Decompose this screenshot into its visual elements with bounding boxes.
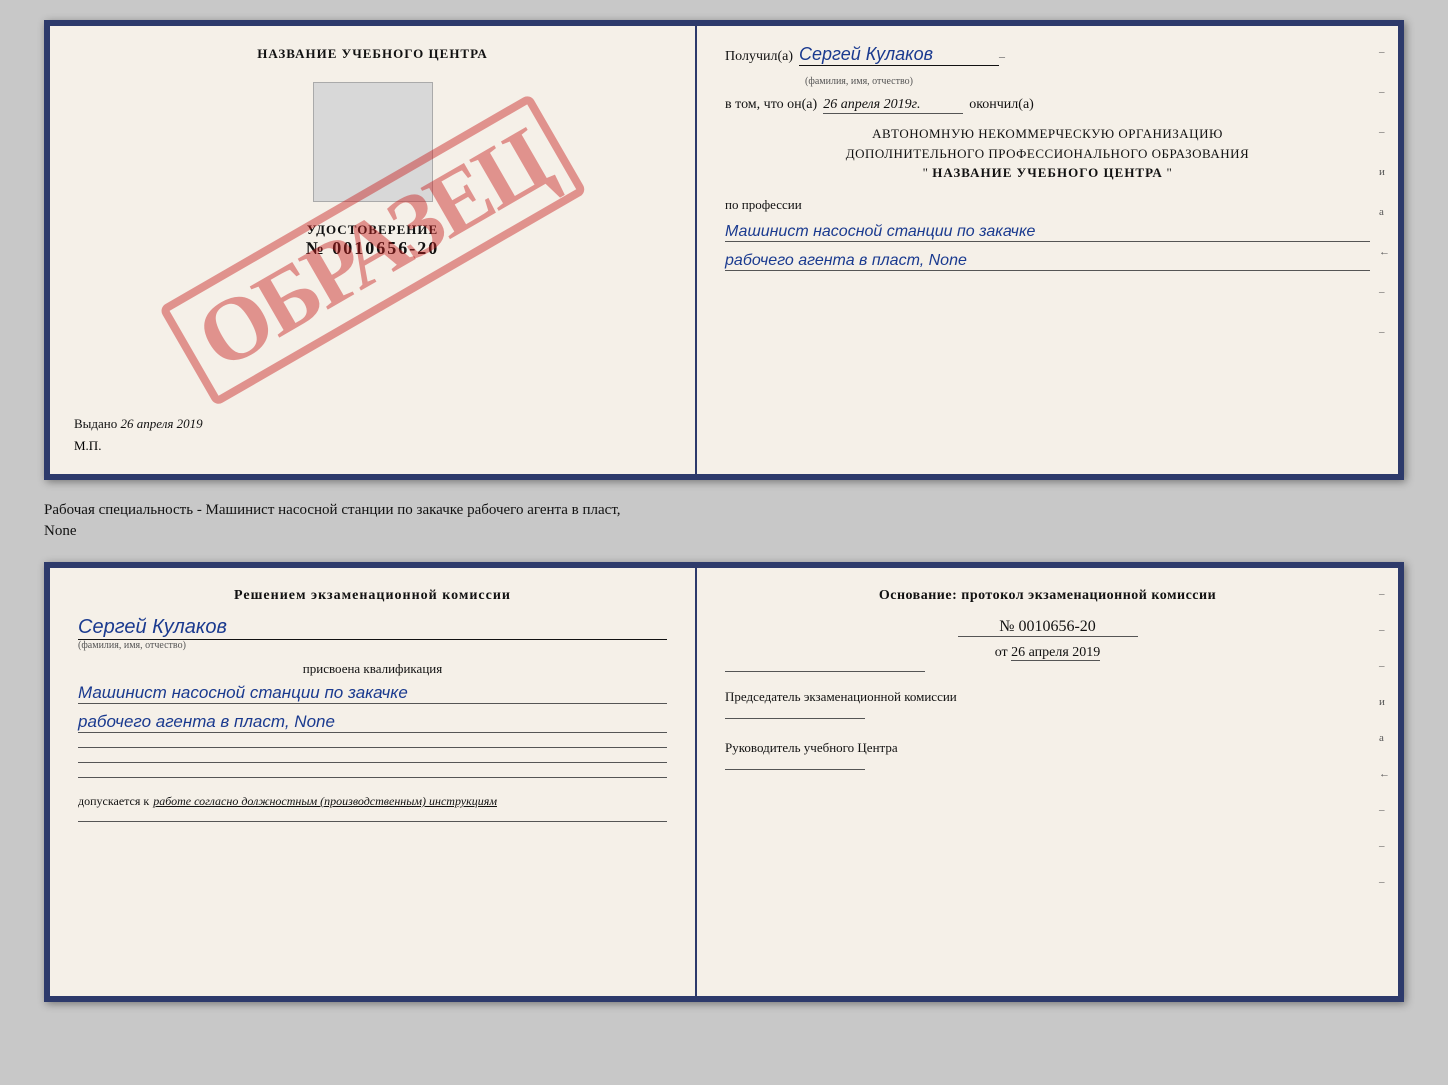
org-line1: АВТОНОМНУЮ НЕКОММЕРЧЕСКУЮ ОРГАНИЗАЦИЮ	[725, 124, 1370, 144]
admission-text: допускается к работе согласно должностны…	[78, 794, 667, 809]
right-edge-marks: – – – и а ← – –	[1379, 46, 1390, 338]
chairman-sig-line	[725, 718, 865, 719]
underline-3	[78, 777, 667, 778]
chairman-label: Председатель экзаменационной комиссии	[725, 688, 1370, 706]
basis-title: Основание: протокол экзаменационной коми…	[725, 588, 1370, 604]
person-name-cursive: Сергей Кулаков	[78, 616, 667, 640]
bottom-document: Решением экзаменационной комиссии Сергей…	[44, 562, 1404, 1002]
name-sub: (фамилия, имя, отчество)	[78, 640, 667, 651]
org-name-line: " НАЗВАНИЕ УЧЕБНОГО ЦЕНТРА "	[725, 163, 1370, 183]
person-name-block: Сергей Кулаков (фамилия, имя, отчество)	[78, 616, 667, 651]
recipient-line: Получил(а) Сергей Кулаков –	[725, 44, 1370, 66]
issued-label: Выдано	[74, 416, 117, 431]
org-quote2: "	[1167, 165, 1173, 180]
date-suffix: окончил(а)	[969, 97, 1034, 113]
qualification-label: присвоена квалификация	[78, 661, 667, 677]
qualification-value-1: Машинист насосной станции по закачке	[78, 683, 667, 704]
underline-1	[78, 747, 667, 748]
stamp-placeholder	[313, 82, 433, 202]
org-quote1: "	[923, 165, 929, 180]
date-line: в том, что он(а) 26 апреля 2019г. окончи…	[725, 97, 1370, 114]
issued-line: Выдано 26 апреля 2019	[74, 416, 203, 432]
protocol-number: № 0010656-20	[958, 618, 1138, 637]
recipient-sub: (фамилия, имя, отчество)	[805, 76, 1370, 87]
date-prefix: в том, что он(а)	[725, 97, 817, 113]
cert-id-block: УДОСТОВЕРЕНИЕ № 0010656-20	[306, 222, 440, 259]
protocol-date: от 26 апреля 2019	[725, 645, 1370, 661]
top-document: НАЗВАНИЕ УЧЕБНОГО ЦЕНТРА УДОСТОВЕРЕНИЕ №…	[44, 20, 1404, 480]
profession-label: по профессии	[725, 197, 1370, 213]
admission-italic: работе согласно должностным (производств…	[153, 794, 497, 809]
description-text: Рабочая специальность - Машинист насосно…	[44, 496, 1404, 546]
underline-4	[78, 821, 667, 822]
mp-label: М.П.	[74, 438, 101, 454]
top-left-panel: НАЗВАНИЕ УЧЕБНОГО ЦЕНТРА УДОСТОВЕРЕНИЕ №…	[50, 26, 697, 474]
top-left-title: НАЗВАНИЕ УЧЕБНОГО ЦЕНТРА	[257, 46, 488, 62]
issued-date: 26 апреля 2019	[121, 416, 203, 431]
description-line2: None	[44, 523, 77, 539]
date-underline	[725, 671, 925, 672]
org-block: АВТОНОМНУЮ НЕКОММЕРЧЕСКУЮ ОРГАНИЗАЦИЮ ДО…	[725, 124, 1370, 183]
date-value: 26 апреля 2019г.	[823, 97, 963, 114]
org-name: НАЗВАНИЕ УЧЕБНОГО ЦЕНТРА	[932, 165, 1163, 180]
description-line1: Рабочая специальность - Машинист насосно…	[44, 502, 621, 518]
profession-value-2: рабочего агента в пласт, None	[725, 252, 1370, 271]
director-label: Руководитель учебного Центра	[725, 739, 1370, 757]
admission-prefix: допускается к	[78, 794, 149, 809]
recipient-prefix: Получил(а)	[725, 49, 793, 65]
qualification-value-2: рабочего агента в пласт, None	[78, 712, 667, 733]
recipient-name: Сергей Кулаков	[799, 44, 999, 66]
recipient-dash: –	[999, 49, 1005, 64]
director-sig-line	[725, 769, 865, 770]
org-line2: ДОПОЛНИТЕЛЬНОГО ПРОФЕССИОНАЛЬНОГО ОБРАЗО…	[725, 144, 1370, 164]
profession-value-1: Машинист насосной станции по закачке	[725, 223, 1370, 242]
cert-label: УДОСТОВЕРЕНИЕ	[306, 222, 440, 238]
right-edge-marks-bottom: – – – и а ← – – –	[1379, 588, 1390, 888]
protocol-date-val: 26 апреля 2019	[1011, 645, 1100, 661]
cert-number: № 0010656-20	[306, 238, 440, 259]
date-prefix-bot: от	[995, 645, 1008, 660]
bottom-right-panel: Основание: протокол экзаменационной коми…	[697, 568, 1398, 996]
top-right-panel: Получил(а) Сергей Кулаков – (фамилия, им…	[697, 26, 1398, 474]
bottom-left-panel: Решением экзаменационной комиссии Сергей…	[50, 568, 697, 996]
underline-2	[78, 762, 667, 763]
commission-title: Решением экзаменационной комиссии	[78, 588, 667, 604]
